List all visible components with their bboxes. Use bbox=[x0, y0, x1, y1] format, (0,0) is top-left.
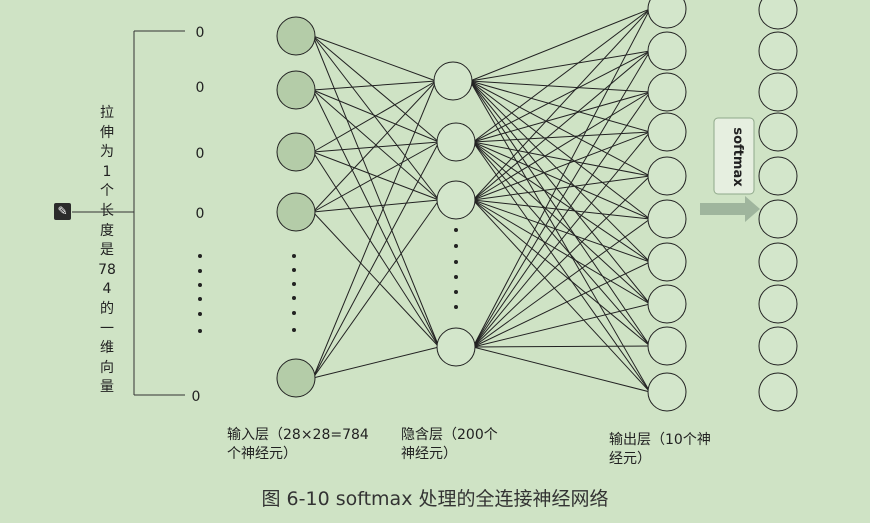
vector-bracket bbox=[72, 30, 185, 396]
hidden-layer-label-line1: 隐含层（200个 bbox=[401, 427, 498, 443]
connection-line bbox=[469, 80, 651, 220]
softmax-neuron bbox=[758, 112, 798, 152]
vector-value: 0 bbox=[196, 80, 205, 96]
output-neuron bbox=[647, 72, 687, 112]
softmax-neuron bbox=[758, 31, 798, 71]
connection-line bbox=[472, 8, 651, 143]
hidden-neuron bbox=[436, 180, 476, 220]
output-neuron bbox=[647, 156, 687, 196]
edit-icon: ✎ bbox=[54, 203, 71, 220]
connection-line bbox=[472, 141, 651, 220]
vector-value: 0 bbox=[196, 25, 205, 41]
hidden-neuron bbox=[436, 122, 476, 162]
output-neuron bbox=[647, 199, 687, 239]
connection-line bbox=[312, 89, 440, 348]
hidden-neuron bbox=[436, 327, 476, 367]
softmax-neuron bbox=[758, 72, 798, 112]
output-neuron bbox=[647, 284, 687, 324]
connection-line bbox=[312, 141, 440, 153]
input-neuron bbox=[276, 192, 316, 232]
softmax-label: softmax bbox=[730, 127, 745, 187]
output-neuron bbox=[647, 112, 687, 152]
output-neuron bbox=[647, 372, 687, 412]
connection-line bbox=[312, 211, 440, 348]
input-layer-label-line2: 个神经元） bbox=[227, 446, 297, 462]
connection-line bbox=[472, 199, 651, 347]
softmax-neuron bbox=[758, 326, 798, 366]
input-neuron bbox=[276, 70, 316, 110]
output-neuron bbox=[647, 0, 687, 29]
output-neuron bbox=[647, 31, 687, 71]
input-neuron bbox=[276, 358, 316, 398]
output-neuron bbox=[647, 326, 687, 366]
connection-line bbox=[469, 80, 651, 93]
input-layer-label-line1: 输入层（28×28=784 bbox=[227, 427, 369, 443]
hidden-neuron bbox=[433, 61, 473, 101]
vector-ellipsis bbox=[198, 254, 202, 333]
connection-line bbox=[312, 35, 437, 82]
connection-line bbox=[472, 131, 651, 143]
vector-description: 拉伸为1个长度是784的一维向量 bbox=[98, 105, 116, 396]
connection-line bbox=[469, 80, 651, 305]
softmax-neuron bbox=[758, 0, 798, 30]
softmax-neuron bbox=[758, 242, 798, 282]
connection-line bbox=[472, 303, 651, 348]
connection-line bbox=[472, 91, 651, 348]
input-neuron bbox=[276, 132, 316, 172]
input-neuron bbox=[276, 16, 316, 56]
hidden-layer-label-line2: 神经元） bbox=[401, 446, 457, 462]
softmax-neuron bbox=[758, 156, 798, 196]
connection-line bbox=[312, 80, 437, 153]
connection-line bbox=[312, 35, 440, 201]
figure-caption: 图 6-10 softmax 处理的全连接神经网络 bbox=[261, 488, 609, 510]
connection-line bbox=[312, 151, 440, 348]
vector-value: 0 bbox=[192, 389, 201, 405]
hidden-layer-label: 隐含层（200个 神经元） bbox=[401, 426, 498, 464]
output-layer-label-line2: 经元） bbox=[609, 451, 651, 467]
softmax-block: softmax bbox=[700, 117, 760, 222]
hidden-ellipsis bbox=[454, 228, 458, 309]
softmax-neuron bbox=[758, 199, 798, 239]
input-layer-label: 输入层（28×28=784 个神经元） bbox=[227, 426, 369, 464]
softmax-arrow bbox=[700, 196, 760, 222]
connection-line bbox=[472, 91, 651, 201]
output-neuron bbox=[647, 242, 687, 282]
output-layer-label-line1: 输出层（10个神 bbox=[609, 432, 711, 448]
vector-value: 0 bbox=[196, 206, 205, 222]
softmax-neuron bbox=[758, 372, 798, 412]
input-ellipsis bbox=[292, 254, 296, 332]
connection-line bbox=[469, 80, 651, 393]
connections bbox=[312, 8, 651, 393]
output-layer-label: 输出层（10个神 经元） bbox=[609, 431, 711, 469]
connection-line bbox=[469, 8, 651, 82]
connection-line bbox=[472, 261, 651, 348]
softmax-neuron bbox=[758, 284, 798, 324]
vector-value: 0 bbox=[196, 146, 205, 162]
